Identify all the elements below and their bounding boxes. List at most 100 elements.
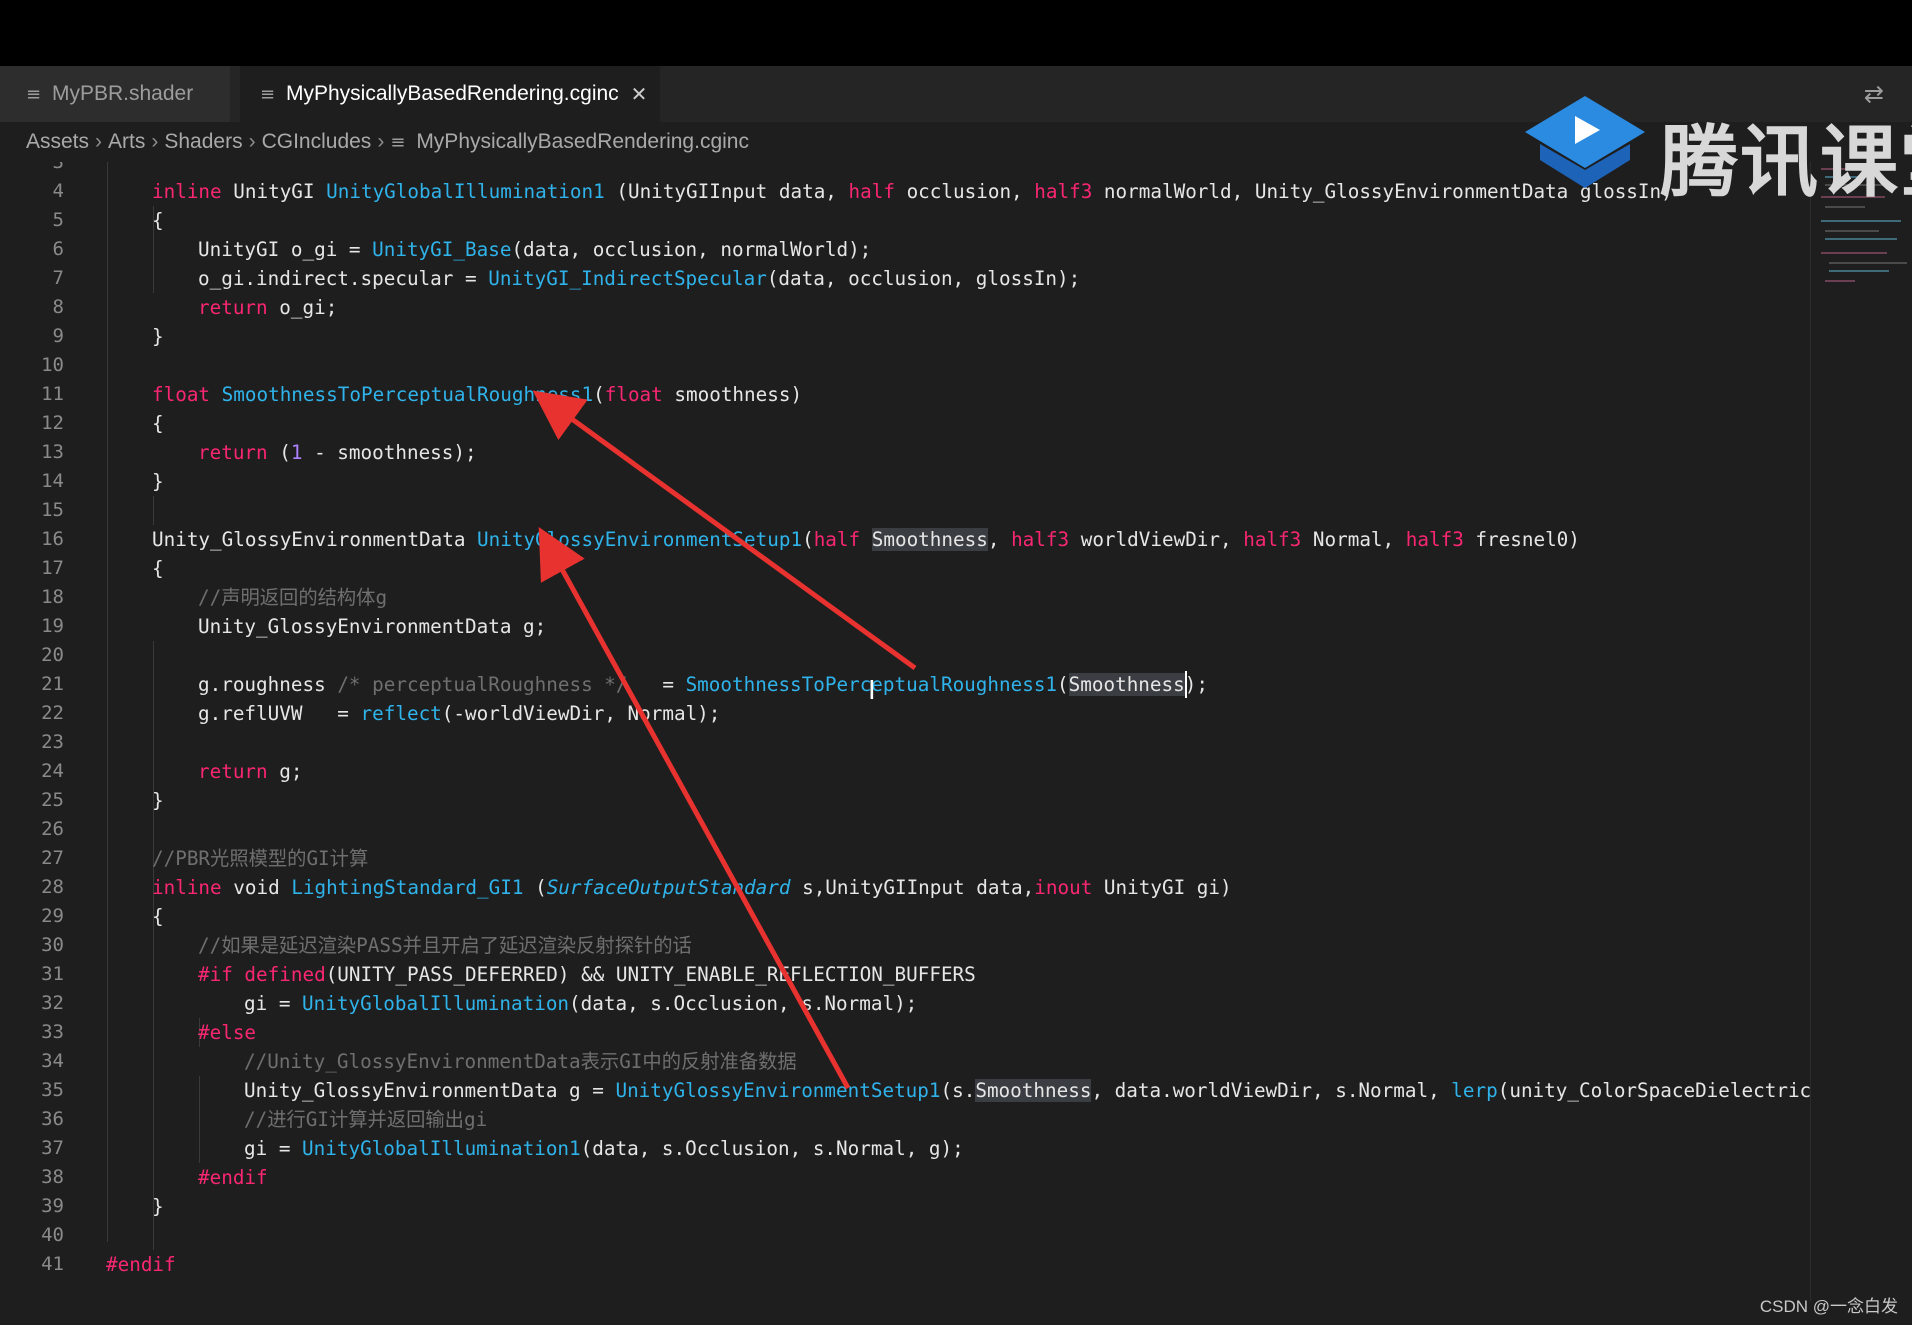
code-line-11: float SmoothnessToPerceptualRoughness1(f… <box>152 380 802 409</box>
line-number: 11 <box>41 383 64 405</box>
keyword: half <box>813 528 861 551</box>
code-text: - smoothness); <box>302 441 477 464</box>
code-text: (unity_ColorSpaceDielectric <box>1497 1079 1810 1102</box>
function-name: UnityGlossyEnvironmentSetup1 <box>477 528 803 551</box>
line-number: 13 <box>41 441 64 463</box>
preprocessor-directive: #if defined <box>198 963 326 986</box>
line-number: 9 <box>52 325 64 347</box>
tab-cginc-file[interactable]: ≡ MyPhysicallyBasedRendering.cginc ✕ <box>240 66 660 122</box>
minimap[interactable] <box>1810 162 1912 1302</box>
code-line-24: return g; <box>198 757 302 786</box>
code-text: UnityGI <box>221 180 327 203</box>
code-text: Unity_GlossyEnvironmentData g = <box>244 1079 616 1102</box>
code-line-27: //PBR光照模型的GI计算 <box>152 847 369 870</box>
line-number: 14 <box>41 470 64 492</box>
line-number: 16 <box>41 528 64 550</box>
code-line-38: #endif <box>198 1166 268 1189</box>
file-lines-icon: ≡ <box>260 83 276 105</box>
line-number: 27 <box>41 847 64 869</box>
code-editor[interactable]: 3 4 5 6 7 8 9 10 11 12 13 14 15 16 17 18… <box>0 162 1810 1302</box>
tab-label: MyPBR.shader <box>52 82 194 105</box>
code-text: Unity_GlossyEnvironmentData <box>152 528 478 551</box>
line-number: 3 <box>52 162 64 173</box>
code-text: ( <box>802 528 814 551</box>
type-name: SurfaceOutputStandard <box>546 876 791 899</box>
code-text: (UnityGIInput data, <box>604 180 849 203</box>
function-name: UnityGlobalIllumination1 <box>326 180 605 203</box>
code-text: ( <box>523 876 547 899</box>
code-line-28: inline void LightingStandard_GI1 (Surfac… <box>152 873 1232 902</box>
chevron-right-icon: › <box>248 130 256 153</box>
line-number: 12 <box>41 412 64 434</box>
file-lines-icon: ≡ <box>390 131 406 153</box>
line-number: 34 <box>41 1050 64 1072</box>
keyword: half3 <box>1011 528 1070 551</box>
code-text: occlusion, <box>894 180 1035 203</box>
code-line-32: gi = UnityGlobalIllumination(data, s.Occ… <box>244 989 917 1018</box>
breadcrumb-item[interactable]: Arts <box>108 130 145 154</box>
function-name: lerp <box>1451 1079 1498 1102</box>
code-line-9: } <box>152 325 164 348</box>
line-number: 31 <box>41 963 64 985</box>
keyword: half <box>848 180 895 203</box>
highlighted-identifier: Smoothness <box>975 1079 1092 1102</box>
code-text: o_gi; <box>267 296 338 319</box>
line-number: 41 <box>41 1253 64 1275</box>
line-number: 8 <box>52 296 64 318</box>
minimap-line <box>1829 262 1907 264</box>
line-number: 6 <box>52 238 64 260</box>
code-line-33: #else <box>198 1021 257 1044</box>
code-text: (-worldViewDir, Normal); <box>441 702 721 725</box>
indent-guide <box>153 496 154 525</box>
line-number: 39 <box>41 1195 64 1217</box>
function-name: UnityGI_IndirectSpecular <box>488 267 767 290</box>
keyword: float <box>604 383 663 406</box>
line-number: 17 <box>41 557 64 579</box>
code-line-34: //Unity_GlossyEnvironmentData表示GI中的反射准备数… <box>244 1050 797 1073</box>
line-number: 22 <box>41 702 64 724</box>
minimap-line <box>1821 252 1887 254</box>
code-line-13: return (1 - smoothness); <box>198 438 477 467</box>
function-name: SmoothnessToPerceptualRoughness1 <box>221 383 594 406</box>
line-number: 25 <box>41 789 64 811</box>
tab-mypbr-shader[interactable]: ≡ MyPBR.shader <box>0 66 230 122</box>
line-number: 4 <box>52 180 64 202</box>
function-name: UnityGlobalIllumination <box>302 992 570 1015</box>
function-name: reflect <box>360 702 442 725</box>
breadcrumb-item[interactable]: Assets <box>26 130 89 154</box>
code-text: g; <box>267 760 303 783</box>
inline-comment: /* perceptualRoughness */ <box>337 673 628 696</box>
code-line-29: { <box>152 905 164 928</box>
breadcrumb-item[interactable]: Shaders <box>164 130 242 154</box>
line-number: 40 <box>41 1224 64 1246</box>
line-number: 36 <box>41 1108 64 1130</box>
minimap-line <box>1825 230 1879 232</box>
breadcrumb-item[interactable]: MyPhysicallyBasedRendering.cginc <box>416 130 749 154</box>
code-line-12: { <box>152 412 164 435</box>
keyword: float <box>152 383 211 406</box>
line-number: 15 <box>41 499 64 521</box>
highlighted-identifier: Smoothness <box>871 528 988 551</box>
line-number: 33 <box>41 1021 64 1043</box>
minimap-line <box>1825 280 1855 282</box>
indent-guide <box>107 162 108 1242</box>
code-line-7: o_gi.indirect.specular = UnityGI_Indirec… <box>198 264 1080 293</box>
function-name: LightingStandard_GI1 <box>291 876 524 899</box>
code-text: g.roughness <box>198 673 338 696</box>
code-text: ( <box>593 383 605 406</box>
breadcrumb-item[interactable]: CGIncludes <box>262 130 372 154</box>
keyword: return <box>198 760 268 783</box>
close-icon[interactable]: ✕ <box>631 82 648 107</box>
line-number: 37 <box>41 1137 64 1159</box>
indent-guide <box>199 1076 200 1163</box>
code-line-5: { <box>152 209 164 232</box>
bottom-strip <box>0 1302 1912 1325</box>
keyword: half3 <box>1034 180 1093 203</box>
chevron-right-icon: › <box>377 130 385 153</box>
line-number: 18 <box>41 586 64 608</box>
code-text: fresnel0) <box>1463 528 1580 551</box>
text-caret <box>1185 671 1187 698</box>
code-line-39: } <box>152 1195 164 1218</box>
line-number: 30 <box>41 934 64 956</box>
